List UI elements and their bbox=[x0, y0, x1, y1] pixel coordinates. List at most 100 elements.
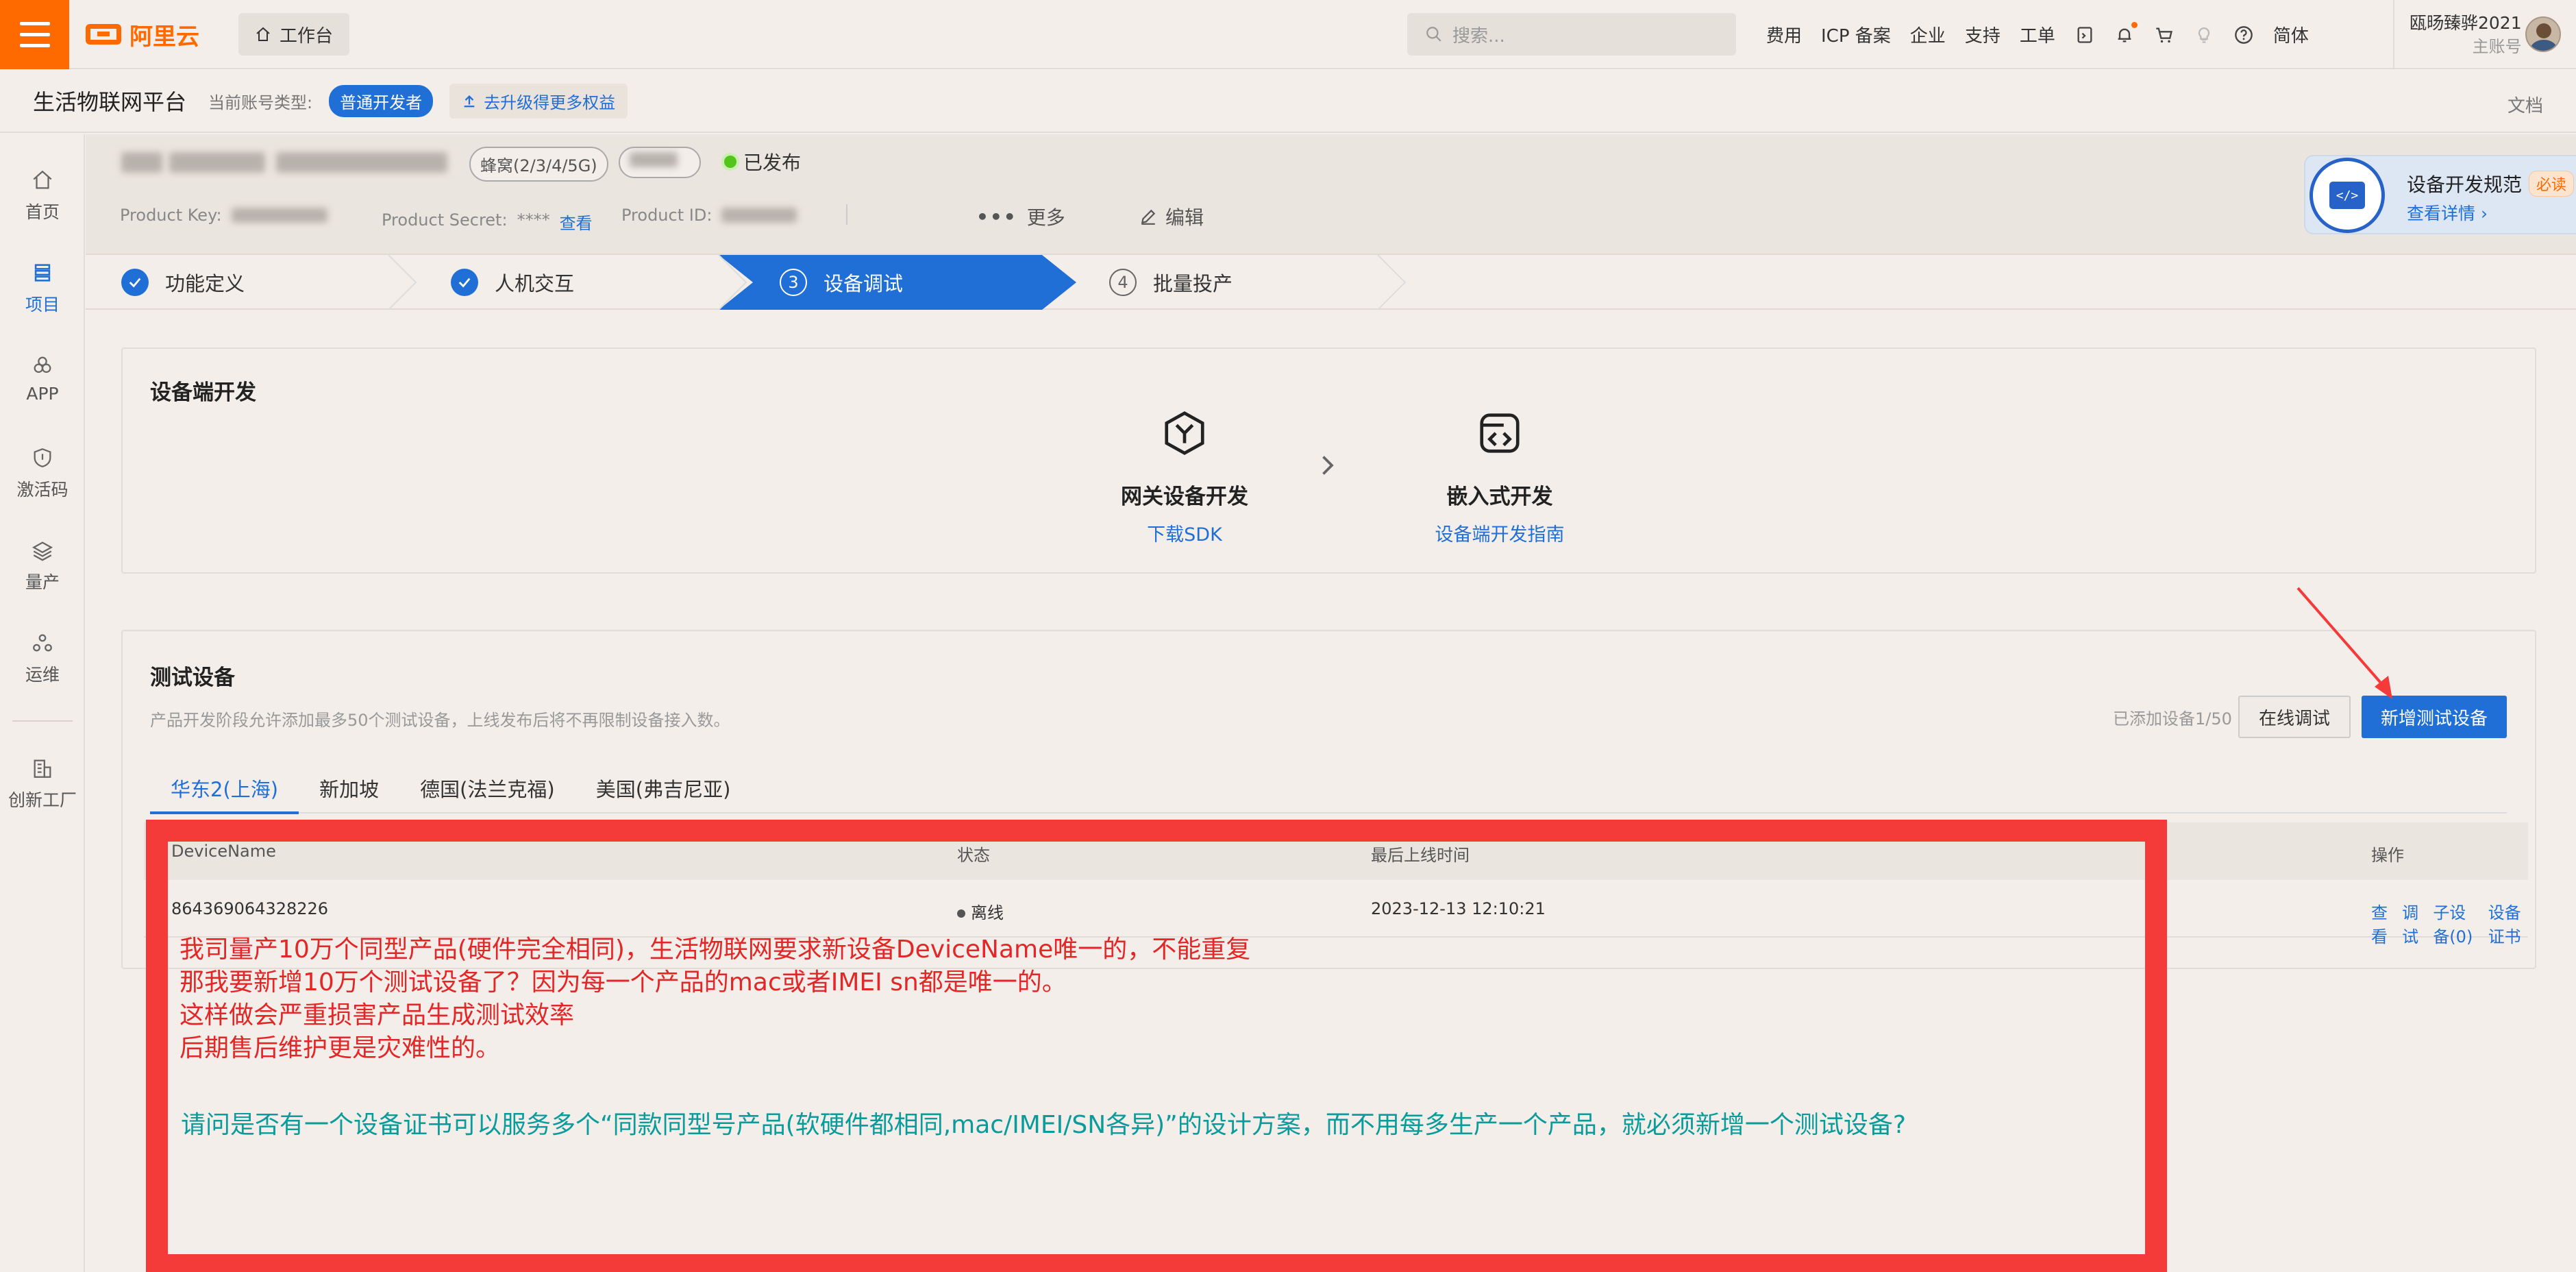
sidebar-item-label: 项目 bbox=[25, 295, 60, 315]
must-read-badge: 必读 bbox=[2529, 171, 2575, 197]
redacted-tag bbox=[619, 147, 701, 178]
aliyun-logo-mark bbox=[86, 24, 121, 45]
embedded-dev-title: 嵌入式开发 bbox=[1446, 485, 1553, 509]
network-tag: 蜂窝(2/3/4/5G) bbox=[469, 147, 608, 182]
sidebar-divider bbox=[12, 720, 73, 722]
nav-enterprise[interactable]: 企业 bbox=[1910, 22, 1946, 47]
top-nav: 费用 ICP 备案 企业 支持 工单 简体 bbox=[1766, 0, 2309, 69]
sidebar-item-operations[interactable]: 运维 bbox=[0, 631, 85, 686]
code-window-icon bbox=[1480, 413, 1520, 453]
project-icon bbox=[34, 264, 51, 282]
search-icon bbox=[1426, 27, 1441, 42]
chevron-right-icon: › bbox=[2480, 204, 2488, 223]
more-button[interactable]: ••• 更多 bbox=[976, 203, 1065, 230]
device-cert-link[interactable]: 设备证书 bbox=[2488, 899, 2528, 947]
language-switch[interactable]: 简体 bbox=[2273, 22, 2309, 47]
sidebar-item-home[interactable]: 首页 bbox=[0, 169, 85, 223]
tab-region-shanghai[interactable]: 华东2(上海) bbox=[150, 774, 299, 814]
edit-button[interactable]: 编辑 bbox=[1139, 203, 1204, 230]
product-key-label: Product Key: bbox=[120, 206, 222, 225]
publish-status: 已发布 bbox=[724, 148, 801, 175]
view-link[interactable]: 查看 bbox=[2371, 899, 2391, 947]
col-operations: 操作 bbox=[2371, 846, 2404, 865]
aliyun-logo[interactable]: 阿里云 bbox=[86, 16, 199, 52]
device-dev-card: 设备端开发 网关设备开发 下载SDK 嵌入式开发 设备端开发指南 bbox=[121, 347, 2536, 574]
sidebar-item-label: 首页 bbox=[25, 202, 60, 222]
step-interaction[interactable]: 人机交互 bbox=[451, 255, 574, 310]
step-function-definition[interactable]: 功能定义 bbox=[121, 255, 245, 310]
dev-spec-link[interactable]: 查看详情 › bbox=[2407, 200, 2488, 225]
step-bar: 功能定义 人机交互 3 设备调试 4 批量投产 bbox=[86, 255, 2576, 310]
app-icon bbox=[34, 356, 51, 374]
row-operations: 查看 调试 子设备(0) 设备证书 bbox=[2371, 899, 2528, 947]
cart-icon[interactable] bbox=[2154, 25, 2175, 45]
nav-icp[interactable]: ICP 备案 bbox=[1821, 22, 1891, 47]
tab-region-frankfurt[interactable]: 德国(法兰克福) bbox=[399, 774, 575, 812]
menu-icon[interactable] bbox=[0, 0, 69, 69]
more-icon: ••• bbox=[976, 205, 1017, 228]
lightbulb-icon[interactable] bbox=[2194, 25, 2214, 45]
sidebar-item-app[interactable]: APP bbox=[0, 354, 85, 404]
account-type-label: 当前账号类型: bbox=[208, 93, 313, 112]
search-input[interactable]: 搜索... bbox=[1407, 13, 1736, 56]
upgrade-button[interactable]: 去升级得更多权益 bbox=[449, 83, 628, 119]
redacted-product-name bbox=[169, 152, 265, 173]
docs-link[interactable]: 文档 bbox=[2507, 92, 2543, 117]
more-label: 更多 bbox=[1026, 206, 1065, 229]
workbench-button[interactable]: 工作台 bbox=[238, 13, 349, 56]
help-icon[interactable] bbox=[2233, 25, 2254, 45]
bell-icon[interactable] bbox=[2114, 21, 2138, 45]
home-icon bbox=[256, 27, 270, 41]
step-label: 功能定义 bbox=[165, 272, 245, 295]
embedded-dev-option: 嵌入式开发 设备端开发指南 bbox=[1411, 409, 1589, 546]
sub-devices-link[interactable]: 子设备(0) bbox=[2433, 899, 2477, 947]
sidebar-item-label: 运维 bbox=[25, 665, 60, 685]
annotation-arrow bbox=[2296, 587, 2392, 699]
device-count: 已添加设备1/50 bbox=[2113, 709, 2232, 729]
tab-region-virginia[interactable]: 美国(弗吉尼亚) bbox=[575, 774, 752, 812]
nav-fees[interactable]: 费用 bbox=[1766, 22, 1802, 47]
top-bar: 阿里云 工作台 搜索... 费用 ICP 备案 企业 支持 工单 简体 瓯旸臻骅… bbox=[0, 0, 2576, 69]
nav-support[interactable]: 支持 bbox=[1965, 22, 2001, 47]
platform-bar: 生活物联网平台 当前账号类型: 普通开发者 去升级得更多权益 文档 bbox=[0, 70, 2576, 133]
step-mass-production[interactable]: 4 批量投产 bbox=[1109, 255, 1233, 310]
sidebar-item-project[interactable]: 项目 bbox=[0, 261, 85, 316]
gateway-dev-title: 网关设备开发 bbox=[1121, 485, 1248, 509]
nav-ticket[interactable]: 工单 bbox=[2020, 22, 2055, 47]
sidebar-item-label: 量产 bbox=[25, 572, 60, 592]
debug-link[interactable]: 调试 bbox=[2402, 899, 2422, 947]
layers-icon bbox=[32, 541, 53, 561]
sidebar-item-innovation-factory[interactable]: 创新工厂 bbox=[0, 757, 85, 811]
dev-spec-icon: </> bbox=[2309, 158, 2385, 233]
embedded-guide-link[interactable]: 设备端开发指南 bbox=[1435, 519, 1565, 546]
view-secret-link[interactable]: 查看 bbox=[560, 210, 593, 234]
step-device-debug[interactable]: 3 设备调试 bbox=[780, 255, 903, 310]
user-menu[interactable]: 瓯旸臻骅2021 主账号 bbox=[2393, 0, 2576, 69]
dev-spec-card[interactable]: </> 设备开发规范 必读 查看详情 › bbox=[2304, 155, 2576, 234]
annotation-question: 请问是否有一个设备证书可以服务多个“同款同型号产品(软硬件都相同,mac/IME… bbox=[181, 1111, 1906, 1139]
sidebar-item-mass-production[interactable]: 量产 bbox=[0, 539, 85, 594]
sidebar-item-activation-code[interactable]: 激活码 bbox=[0, 446, 85, 501]
cloud-shell-icon[interactable] bbox=[2075, 25, 2095, 45]
step-label: 设备调试 bbox=[823, 272, 904, 295]
home-icon bbox=[33, 170, 52, 189]
upload-icon bbox=[464, 95, 475, 108]
annotation-line-4: 后期售后维护更是灾难性的。 bbox=[179, 1034, 501, 1062]
avatar[interactable] bbox=[2525, 16, 2561, 52]
edit-label: 编辑 bbox=[1165, 206, 1204, 229]
step-label: 人机交互 bbox=[495, 272, 575, 295]
product-id: Product ID: bbox=[621, 206, 797, 225]
upgrade-label: 去升级得更多权益 bbox=[484, 93, 616, 112]
tab-region-singapore[interactable]: 新加坡 bbox=[299, 774, 399, 812]
annotation-frame-bottom bbox=[146, 1254, 2167, 1272]
dev-spec-title: 设备开发规范 bbox=[2407, 173, 2523, 196]
sidebar-item-label: 创新工厂 bbox=[8, 790, 77, 810]
ops-icon bbox=[33, 634, 52, 652]
test-devices-desc: 产品开发阶段允许添加最多50个测试设备，上线发布后将不再限制设备接入数。 bbox=[150, 711, 730, 730]
product-key: Product Key: bbox=[120, 206, 327, 225]
status-dot bbox=[724, 156, 736, 168]
region-tabs: 华东2(上海) 新加坡 德国(法兰克福) 美国(弗吉尼亚) bbox=[150, 774, 2507, 814]
header-divider bbox=[846, 204, 847, 225]
step-label: 批量投产 bbox=[1153, 272, 1233, 295]
download-sdk-link[interactable]: 下载SDK bbox=[1147, 519, 1222, 546]
